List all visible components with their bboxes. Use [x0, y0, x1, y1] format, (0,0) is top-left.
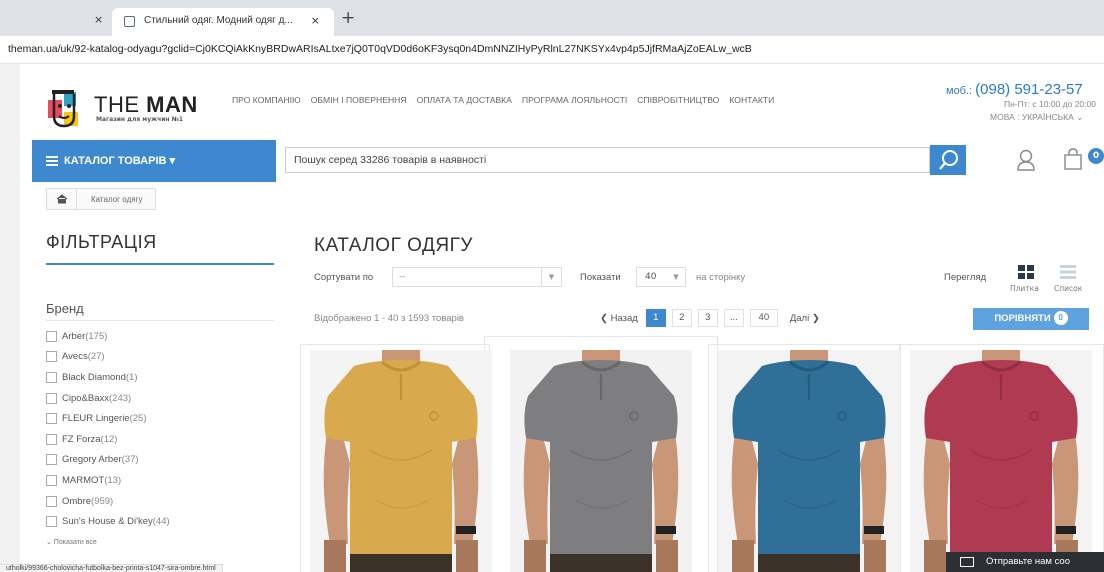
tshirt-photo: [718, 350, 900, 572]
list-view-label[interactable]: Список: [1054, 284, 1082, 293]
catalog-menu-button[interactable]: КАТАЛОГ ТОВАРІВ ▾: [32, 140, 276, 182]
brand-item[interactable]: Arber (175): [46, 326, 276, 347]
tshirt-photo: [910, 350, 1092, 572]
menu-icon: [46, 154, 58, 168]
status-bar-url: utholki/99366-cholovicha-futbolka-bez-pr…: [0, 564, 223, 572]
nav-exchange[interactable]: ОБМІН І ПОВЕРНЕННЯ: [311, 95, 407, 105]
prev-page-link[interactable]: ❮ Назад: [600, 313, 638, 324]
sort-select[interactable]: -- ▼: [392, 267, 562, 287]
brand-item[interactable]: FLEUR Lingerie (25): [46, 408, 276, 429]
show-all-brands-link[interactable]: ⌄ Показати все: [46, 538, 97, 546]
brand-item[interactable]: FZ Forza (12): [46, 429, 276, 450]
browser-tab-active[interactable]: Стильний одяг. Модний одяг д... ×: [112, 8, 334, 36]
product-image[interactable]: [718, 350, 900, 572]
product-image[interactable]: [510, 350, 692, 572]
browser-tab-bar: × Стильний одяг. Модний одяг д... × +: [0, 0, 1104, 36]
search-button[interactable]: [930, 145, 966, 175]
compare-count-badge: 0: [1053, 311, 1068, 326]
product-image[interactable]: [910, 350, 1092, 572]
filter-divider: [46, 263, 274, 265]
favicon-icon: [124, 16, 135, 27]
address-bar[interactable]: theman.ua/uk/92-katalog-odyagu?gclid=Cj0…: [0, 36, 1104, 64]
search-icon: [939, 150, 958, 170]
sort-label: Сортувати по: [314, 272, 374, 283]
nav-payment[interactable]: ОПЛАТА ТА ДОСТАВКА: [417, 95, 512, 105]
brand-item[interactable]: MARMOT (13): [46, 470, 276, 491]
page-link[interactable]: 1: [645, 309, 666, 327]
breadcrumb-current: Каталог одягу: [91, 194, 143, 204]
address-url[interactable]: theman.ua/uk/92-katalog-odyagu?gclid=Cj0…: [8, 43, 752, 55]
left-gutter: [0, 64, 20, 572]
language-selector[interactable]: МОВА : УКРАЇНСЬКА ⌄: [990, 112, 1083, 123]
compare-button[interactable]: ПОРІВНЯТИ 0: [973, 308, 1089, 330]
chevron-down-icon: ▼: [541, 268, 561, 286]
nav-contacts[interactable]: КОНТАКТИ: [729, 95, 774, 105]
per-page-label: на сторінку: [696, 272, 746, 283]
logo-text[interactable]: THE MAN: [94, 92, 198, 118]
list-view-icon[interactable]: [1060, 265, 1076, 279]
page-link[interactable]: 2: [671, 309, 692, 327]
brand-item[interactable]: Cipo&Baxx (243): [46, 388, 276, 409]
tshirt-photo: [510, 350, 692, 572]
mail-icon: [960, 557, 974, 567]
view-mode-label: Перегляд: [944, 272, 987, 283]
page-title: КАТАЛОГ ОДЯГУ: [314, 235, 473, 256]
page-ellipsis: ...: [723, 309, 744, 327]
brand-item[interactable]: Sun's House & Di'key (44): [46, 511, 276, 532]
logo-subtitle: Магазин для мужчин №1: [96, 116, 184, 123]
brand-item[interactable]: Gregory Arber (37): [46, 450, 276, 471]
phone-number[interactable]: моб.: (098) 591-23-57: [946, 81, 1083, 99]
brand-list: Arber (175) Avecs (27) Black Diamond (1) Ci…: [46, 326, 276, 532]
grid-view-label[interactable]: Плитка: [1010, 284, 1039, 293]
prev-tab-close-icon[interactable]: ×: [94, 13, 103, 26]
nav-about[interactable]: ПРО КОМПАНІЮ: [232, 95, 301, 105]
page-viewport: THE MAN Магазин для мужчин №1 ПРО КОМПАН…: [0, 64, 1104, 572]
filter-title: ФІЛЬТРАЦІЯ: [46, 232, 157, 252]
home-icon[interactable]: [47, 189, 77, 209]
tab-close-icon[interactable]: ×: [311, 14, 320, 27]
breadcrumb: Каталог одягу: [46, 188, 156, 210]
search-input[interactable]: Пошук серед 33286 товарів в наявності: [285, 147, 930, 173]
brand-item[interactable]: Black Diamond (1): [46, 367, 276, 388]
brand-checkbox[interactable]: [46, 371, 57, 383]
show-count-label: Показати: [580, 272, 621, 283]
brand-checkbox[interactable]: [46, 330, 57, 342]
nav-cooperation[interactable]: СПІВРОБІТНИЦТВО: [637, 95, 719, 105]
tab-title: Стильний одяг. Модний одяг д...: [144, 15, 293, 26]
brand-checkbox[interactable]: [46, 433, 57, 445]
brand-checkbox[interactable]: [46, 413, 57, 425]
user-icon[interactable]: [1016, 148, 1036, 172]
page-link[interactable]: 40: [749, 309, 778, 327]
grid-view-icon[interactable]: [1018, 265, 1034, 279]
brand-item[interactable]: Avecs (27): [46, 347, 276, 368]
brand-checkbox[interactable]: [46, 351, 57, 363]
cart-count-badge[interactable]: 0: [1088, 148, 1104, 164]
results-count: Відображено 1 - 40 з 1593 товарів: [314, 313, 464, 324]
brand-checkbox[interactable]: [46, 392, 57, 404]
brand-divider: [46, 320, 274, 321]
new-tab-button[interactable]: +: [341, 8, 355, 28]
pagination: ❮ Назад 1 2 3 ... 40 Далі ❯: [600, 309, 820, 327]
tshirt-photo: [310, 350, 492, 572]
brand-checkbox[interactable]: [46, 454, 57, 466]
brand-item[interactable]: Ombre (959): [46, 491, 276, 512]
next-page-link[interactable]: Далі ❯: [790, 313, 820, 324]
working-hours: Пн-Пт: с 10:00 до 20:00: [1004, 99, 1096, 109]
product-image[interactable]: [310, 350, 492, 572]
nav-loyalty[interactable]: ПРОГРАМА ЛОЯЛЬНОСТІ: [522, 95, 627, 105]
logo-icon[interactable]: [44, 84, 84, 132]
chevron-down-icon: ▼: [673, 273, 679, 281]
brand-checkbox[interactable]: [46, 495, 57, 507]
brand-filter-title[interactable]: Бренд: [46, 301, 84, 316]
show-count-select[interactable]: 40 ▼: [636, 267, 686, 287]
page-link[interactable]: 3: [697, 309, 718, 327]
cart-icon[interactable]: [1062, 148, 1084, 170]
top-nav: ПРО КОМПАНІЮ ОБМІН І ПОВЕРНЕННЯ ОПЛАТА Т…: [232, 95, 784, 105]
brand-checkbox[interactable]: [46, 474, 57, 486]
brand-checkbox[interactable]: [46, 516, 57, 528]
